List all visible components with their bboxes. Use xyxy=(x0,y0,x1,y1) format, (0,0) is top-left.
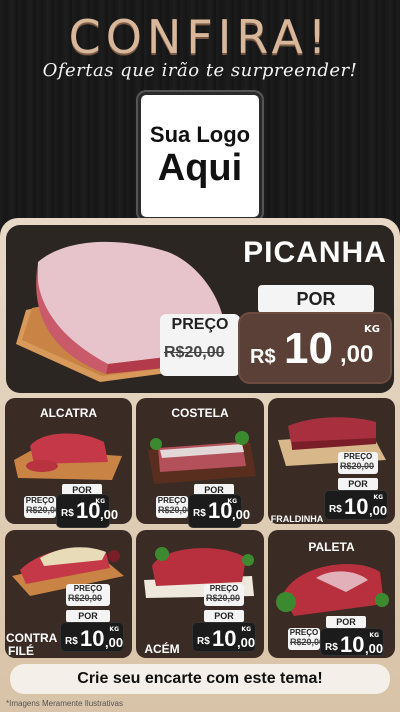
hero-preco-label: PREÇO xyxy=(171,316,229,333)
price-box: R$ 10 ,00 KG xyxy=(60,622,124,652)
old-price-box: PREÇO R$20,00 xyxy=(24,496,60,518)
product-name: PALETA xyxy=(308,540,355,554)
por-label: POR xyxy=(326,616,366,628)
old-price-box: PREÇO R$20,00 xyxy=(288,628,324,650)
price-box: R$ 10 ,00 KG xyxy=(320,628,384,657)
preco-label: PREÇO xyxy=(157,496,187,505)
costela-image xyxy=(148,431,256,484)
cta-button[interactable]: Crie seu encarte com este tema! xyxy=(10,664,390,694)
price-box: R$ 10 ,00 KG xyxy=(56,494,118,528)
product-name: FRALDINHA xyxy=(270,514,324,524)
page-title: CONFIRA! xyxy=(68,10,332,64)
preco-label: PREÇO xyxy=(25,496,55,505)
paleta-image xyxy=(276,564,389,616)
hero-price-int: 10 xyxy=(284,324,333,373)
price-dec: ,00 xyxy=(237,635,256,650)
currency: R$ xyxy=(61,508,74,519)
unit: KG xyxy=(373,494,383,501)
unit: KG xyxy=(109,626,119,633)
old-price: R$20,00 xyxy=(206,593,241,603)
hero-por-label: POR xyxy=(258,285,374,313)
price-dec: ,00 xyxy=(105,635,124,650)
unit: KG xyxy=(369,632,379,639)
product-name: ALCATRA xyxy=(39,406,98,420)
por-label: POR xyxy=(66,610,110,622)
old-price: R$20,00 xyxy=(290,637,325,647)
currency: R$ xyxy=(197,636,210,647)
logo-line2: Aqui xyxy=(157,147,243,189)
hero-old-price: R$20,00 xyxy=(164,344,225,361)
old-price: R$20,00 xyxy=(68,593,103,603)
alcatra-image xyxy=(14,433,122,480)
old-price: R$20,00 xyxy=(340,461,375,471)
old-price-box: PREÇO R$20,00 xyxy=(66,584,110,606)
price-box: R$ 10 ,00 KG xyxy=(192,622,256,652)
product-name: ACÉM xyxy=(144,642,180,656)
price-dec: ,00 xyxy=(232,507,251,522)
preco-label: PREÇO xyxy=(289,628,319,637)
price-dec: ,00 xyxy=(369,503,388,518)
old-price-box: PREÇO R$20,00 xyxy=(204,584,244,606)
por-label: POR xyxy=(338,478,378,490)
old-price: R$20,00 xyxy=(158,505,193,515)
currency: R$ xyxy=(193,508,206,519)
hero-old-price-box: PREÇO R$20,00 xyxy=(160,314,240,376)
currency: R$ xyxy=(325,642,338,653)
price-dec: ,00 xyxy=(365,641,384,656)
product-name-line2: FILÉ xyxy=(8,644,34,658)
product-name: COSTELA xyxy=(171,406,229,420)
logo-line1: Sua Logo xyxy=(149,122,251,147)
unit: KG xyxy=(227,498,237,505)
currency: R$ xyxy=(65,636,78,647)
product-name-line1: CONTRA xyxy=(6,631,58,645)
price-int: 10 xyxy=(340,632,365,657)
price-int: 10 xyxy=(80,626,105,651)
logo-placeholder: Sua Logo Aqui xyxy=(138,92,262,220)
old-price-box: PREÇO R$20,00 xyxy=(156,496,192,518)
page-subtitle: Ofertas que irão te surpreender! xyxy=(42,60,358,81)
old-price-box: PREÇO R$20,00 xyxy=(338,452,378,474)
preco-label: PREÇO xyxy=(343,452,373,461)
price-box: R$ 10 ,00 KG xyxy=(324,490,388,520)
price-int: 10 xyxy=(212,626,237,651)
preco-label: PREÇO xyxy=(209,584,239,593)
hero-product-name: PICANHA xyxy=(243,236,387,269)
hero-price-box: R$ 10 ,00 KG xyxy=(238,312,392,384)
por-label: POR xyxy=(204,610,244,622)
footnote: *Imagens Meramente Ilustrativas xyxy=(6,699,123,708)
unit: KG xyxy=(95,498,105,505)
price-dec: ,00 xyxy=(100,507,119,522)
old-price: R$20,00 xyxy=(26,505,61,515)
hero-price-dec: ,00 xyxy=(340,341,374,368)
hero-currency: R$ xyxy=(250,346,276,368)
price-box: R$ 10 ,00 KG xyxy=(188,494,250,528)
unit: KG xyxy=(241,626,251,633)
price-int: 10 xyxy=(344,494,369,519)
preco-label: PREÇO xyxy=(73,584,103,593)
currency: R$ xyxy=(329,504,342,515)
hero-unit: KG xyxy=(364,324,380,335)
